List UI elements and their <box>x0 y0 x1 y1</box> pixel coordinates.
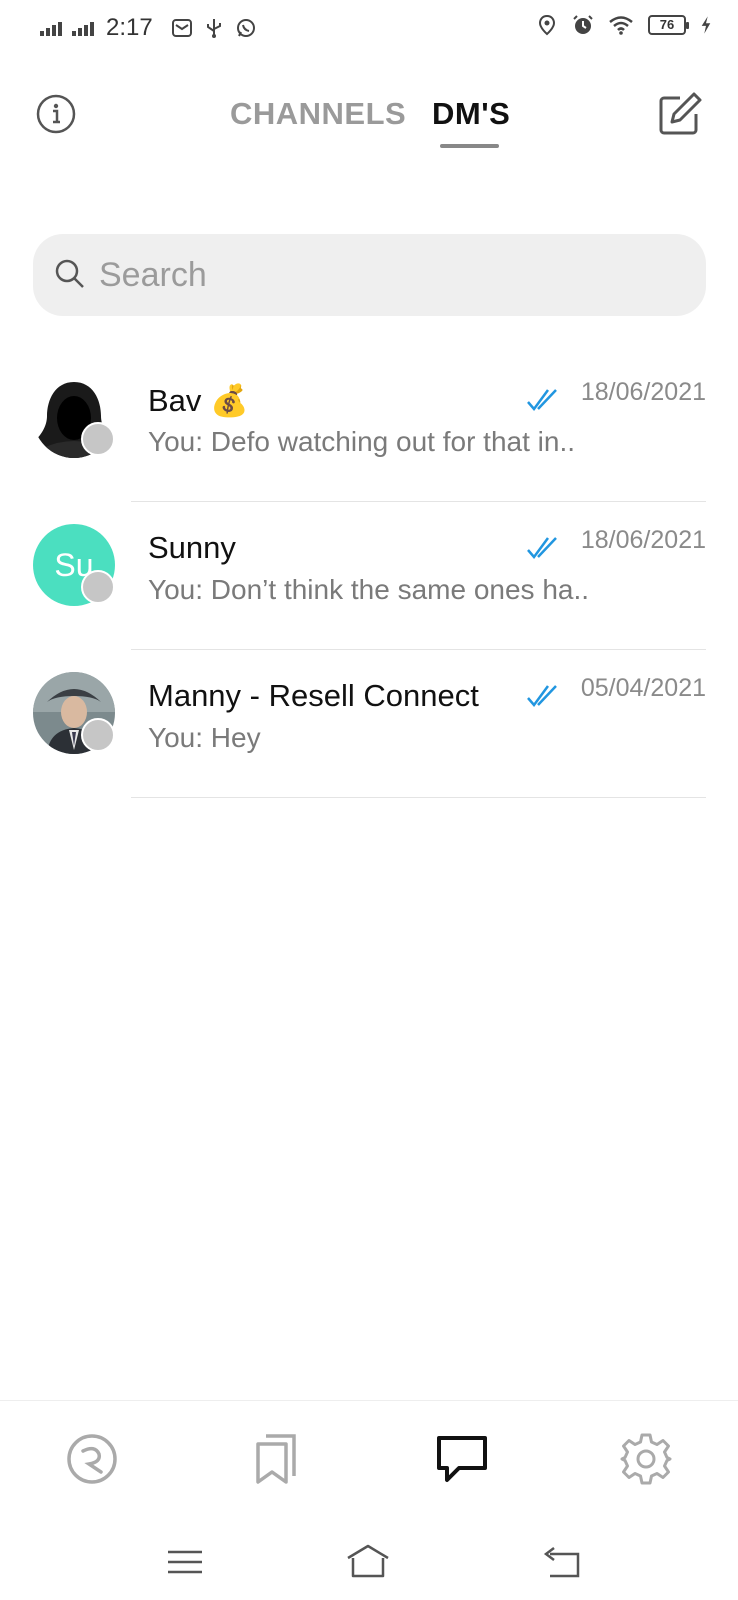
tab-channels[interactable]: CHANNELS <box>230 96 406 132</box>
top-header: CHANNELS DM'S <box>0 80 738 160</box>
chat-icon <box>437 1436 487 1482</box>
compose-icon[interactable] <box>656 90 704 138</box>
email-icon <box>171 19 192 37</box>
active-tab-indicator <box>440 144 499 148</box>
status-bar: 2:17 76 <box>0 0 738 60</box>
conversation-item[interactable]: Su Sunny You: Don’t think the same ones … <box>0 502 738 650</box>
nav-messages[interactable] <box>432 1429 492 1489</box>
search-icon <box>55 259 84 288</box>
conversation-item[interactable]: Bav 💰 You: Defo watching out for that in… <box>0 354 738 502</box>
status-bar-left: 2:17 <box>40 14 257 42</box>
charging-icon <box>701 16 711 34</box>
usb-icon <box>206 19 221 38</box>
bookmarks-icon <box>256 1434 296 1484</box>
conversation-date: 18/06/2021 <box>580 378 706 406</box>
status-time: 2:17 <box>106 14 153 41</box>
signal-icon <box>72 20 94 36</box>
read-check-icon <box>527 685 557 708</box>
conversation-preview: You: Defo watching out for that in.. <box>148 426 576 457</box>
search-input[interactable] <box>99 250 679 300</box>
conversation-preview: You: Hey <box>148 722 261 753</box>
conversation-name: Bav 💰 <box>148 383 249 418</box>
nav-bookmarks[interactable] <box>246 1429 306 1489</box>
home-icon[interactable] <box>345 1542 391 1582</box>
menu-icon[interactable] <box>162 1542 208 1582</box>
whatsapp-icon <box>236 19 255 37</box>
status-bar-right: 76 <box>536 14 712 36</box>
back-icon[interactable] <box>540 1542 586 1582</box>
conversation-name: Manny - Resell Connect <box>148 678 479 713</box>
info-icon[interactable] <box>36 94 76 134</box>
conversation-date: 18/06/2021 <box>580 526 706 554</box>
tab-dms[interactable]: DM'S <box>432 96 510 132</box>
presence-indicator <box>81 718 115 752</box>
conversation-item[interactable]: Manny - Resell Connect You: Hey 05/04/20… <box>0 650 738 798</box>
settings-icon <box>620 1433 672 1485</box>
logo-icon <box>67 1434 117 1484</box>
nav-settings[interactable] <box>616 1429 676 1489</box>
alarm-icon <box>573 15 593 34</box>
wifi-icon <box>609 16 633 35</box>
divider <box>131 797 706 798</box>
battery-icon: 76 <box>648 15 689 35</box>
read-check-icon <box>527 389 557 412</box>
location-icon <box>538 14 556 36</box>
read-check-icon <box>527 537 557 560</box>
presence-indicator <box>81 570 115 604</box>
conversation-name: Sunny <box>148 530 236 565</box>
signal-icon <box>40 20 62 36</box>
presence-indicator <box>81 422 115 456</box>
bottom-nav <box>0 1400 738 1518</box>
nav-home[interactable] <box>62 1429 122 1489</box>
conversation-date: 05/04/2021 <box>580 674 706 702</box>
search-bar[interactable] <box>33 234 706 316</box>
system-nav <box>0 1520 738 1600</box>
conversation-preview: You: Don’t think the same ones ha.. <box>148 574 590 605</box>
